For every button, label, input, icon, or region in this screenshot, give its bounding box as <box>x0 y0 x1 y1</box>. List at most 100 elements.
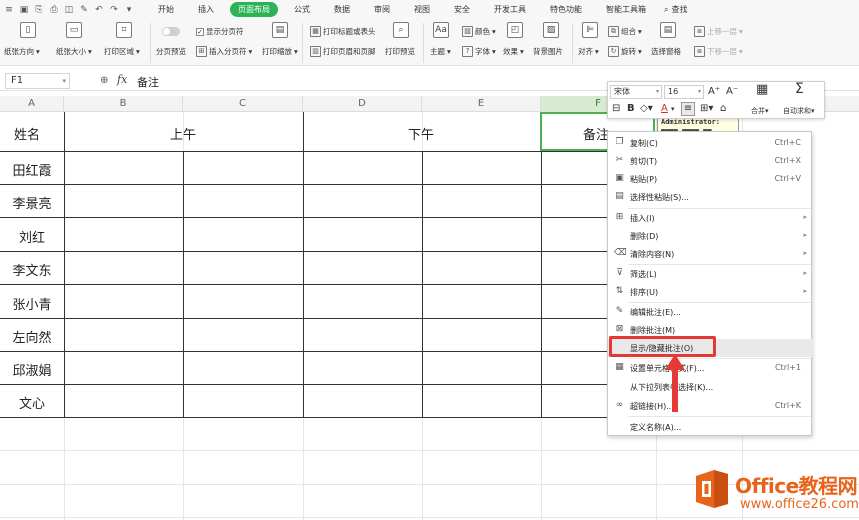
autosum-button[interactable]: 自动求和▾ <box>783 106 815 116</box>
font-size-select[interactable]: 16 ▾ <box>664 85 704 99</box>
background-image-button[interactable]: 背景图片 <box>533 46 563 57</box>
column-header-b[interactable]: B <box>64 96 183 112</box>
menu-item-cut[interactable]: ✂ 剪切(T) Ctrl+X <box>608 152 813 170</box>
theme-button[interactable]: 主题 ▾ <box>430 46 451 57</box>
paper-direction-button[interactable]: 纸张方向 ▾ <box>4 46 40 57</box>
tab-view[interactable]: 视图 <box>406 2 438 17</box>
tab-formulas[interactable]: 公式 <box>286 2 318 17</box>
menu-item-filter[interactable]: ⊽ 筛选(L) ▸ <box>608 265 813 283</box>
font-button[interactable]: ? 字体 ▾ <box>462 46 496 57</box>
checkbox-icon[interactable]: ✓ <box>196 27 204 36</box>
print-preview-button[interactable]: 打印预览 <box>385 46 415 57</box>
menu-item-define-name[interactable]: 定义名称(A)... <box>608 418 813 436</box>
bold-icon[interactable]: B <box>627 103 635 115</box>
tab-page-layout[interactable]: 页面布局 <box>230 2 278 17</box>
tab-security[interactable]: 安全 <box>446 2 478 17</box>
save-icon[interactable]: ▣ <box>19 5 29 15</box>
font-grow-button[interactable]: A⁺ <box>708 86 720 98</box>
menu-item-delete[interactable]: 删除(D) ▸ <box>608 227 813 245</box>
clear-format-icon[interactable]: ⌂ <box>720 103 726 115</box>
align-button[interactable]: 对齐 ▾ <box>578 46 599 57</box>
sum-icon[interactable]: Σ <box>795 82 804 96</box>
insert-page-break-button[interactable]: ⊞ 插入分页符 ▾ <box>196 46 252 57</box>
customize-icon[interactable]: ▾ <box>124 5 134 15</box>
align-center-icon[interactable]: ≡ <box>681 102 695 116</box>
chevron-down-icon[interactable]: ▾ <box>671 103 675 115</box>
name-cell[interactable]: 左向然 <box>0 327 64 346</box>
bring-forward-button[interactable]: ⧈ 上移一层 ▾ <box>694 26 743 37</box>
filter-icon: ⊽ <box>616 268 623 278</box>
format-painter-icon[interactable]: ✎ <box>79 5 89 15</box>
tab-developer[interactable]: 开发工具 <box>486 2 534 17</box>
menu-item-paste[interactable]: ▣ 粘贴(P) Ctrl+V <box>608 170 813 188</box>
print-preview-icon[interactable]: ◫ <box>64 5 74 15</box>
border-icon[interactable]: ⊞▾ <box>700 103 713 115</box>
column-header-c[interactable]: C <box>183 96 303 112</box>
selection-pane-button[interactable]: 选择窗格 <box>651 46 681 57</box>
column-header-d[interactable]: D <box>303 96 422 112</box>
menu-item-copy[interactable]: ❐ 复制(C) Ctrl+C <box>608 134 813 152</box>
tab-home[interactable]: 开始 <box>150 2 182 17</box>
tab-data[interactable]: 数据 <box>326 2 358 17</box>
font-color-icon[interactable]: A <box>661 103 668 115</box>
tab-review[interactable]: 审阅 <box>366 2 398 17</box>
name-cell[interactable]: 田红霞 <box>0 160 64 179</box>
menu-item-paste-special[interactable]: ▤ 选择性粘贴(S)... <box>608 188 813 206</box>
fill-color-icon[interactable]: ◇▾ <box>640 103 653 115</box>
export-icon[interactable]: ⎘ <box>34 5 44 15</box>
menu-chevron-icon[interactable]: ≡ <box>4 5 14 15</box>
zoom-icon[interactable]: ⊕ <box>100 75 108 86</box>
page-break-preview-button[interactable]: 分页预览 <box>156 46 186 57</box>
menu-item-hyperlink[interactable]: ∞ 超链接(H)... Ctrl+K <box>608 397 813 415</box>
tab-special[interactable]: 特色功能 <box>542 2 590 17</box>
menu-item-format-cells[interactable]: ▦设置单元格格式(F)...Ctrl+1 <box>608 359 813 377</box>
redo-icon[interactable]: ↷ <box>109 5 119 15</box>
print-area-button[interactable]: 打印区域 ▾ <box>104 46 140 57</box>
function-label[interactable]: fx <box>117 73 127 86</box>
formula-input[interactable]: 备注 <box>137 74 159 90</box>
name-cell[interactable]: 文心 <box>0 393 64 412</box>
merge-button[interactable]: 合并▾ <box>751 106 769 116</box>
header-name-cell[interactable]: 姓名 <box>14 124 40 143</box>
merge-icon[interactable]: ▦ <box>756 83 768 96</box>
search-button[interactable]: ⌕ 查找 <box>664 4 687 15</box>
menu-item-pick-from-list[interactable]: 从下拉列表中选择(K)... <box>608 378 813 396</box>
menu-item-clear[interactable]: ⌫ 清除内容(N) ▸ <box>608 245 813 263</box>
menu-item-insert[interactable]: ⊞ 插入(I) ▸ <box>608 209 813 227</box>
format-painter-icon[interactable]: ⊟ <box>612 103 620 115</box>
table-border <box>64 112 65 417</box>
tab-insert[interactable]: 插入 <box>190 2 222 17</box>
show-page-break-checkbox[interactable]: ✓ 显示分页符 <box>196 26 244 37</box>
font-icon: ? <box>462 46 473 57</box>
print-icon[interactable]: ⎙ <box>49 5 59 15</box>
name-cell[interactable]: 刘红 <box>0 227 64 246</box>
font-name-select[interactable]: 宋体 ▾ <box>610 85 662 99</box>
name-cell[interactable]: 张小青 <box>0 294 64 313</box>
menu-item-edit-comment[interactable]: ✎ 编辑批注(E)... <box>608 303 813 321</box>
menu-item-sort[interactable]: ⇅ 排序(U) ▸ <box>608 283 813 301</box>
color-button[interactable]: ▧ 颜色 ▾ <box>462 26 496 37</box>
group-button[interactable]: ⧉ 组合 ▾ <box>608 26 642 37</box>
font-shrink-button[interactable]: A⁻ <box>726 86 738 98</box>
name-box[interactable]: F1 ▾ <box>5 73 70 89</box>
send-backward-button[interactable]: ⧈ 下移一层 ▾ <box>694 46 743 57</box>
page-break-toggle[interactable] <box>162 27 180 36</box>
paper-size-button[interactable]: 纸张大小 ▾ <box>56 46 92 57</box>
column-header-a[interactable]: A <box>0 96 64 112</box>
print-titles-button[interactable]: ▦ 打印标题或表头 <box>310 26 376 37</box>
name-cell[interactable]: 邱淑娟 <box>0 360 64 379</box>
print-scale-button[interactable]: 打印缩放 ▾ <box>262 46 298 57</box>
toggle-switch[interactable] <box>162 27 180 36</box>
header-morning-cell[interactable]: 上午 <box>170 124 196 143</box>
rotate-button[interactable]: ↻ 旋转 ▾ <box>608 46 642 57</box>
undo-icon[interactable]: ↶ <box>94 5 104 15</box>
group-icon: ⧉ <box>608 26 619 37</box>
print-header-footer-button[interactable]: ▥ 打印页眉和页脚 <box>310 46 376 57</box>
header-afternoon-cell[interactable]: 下午 <box>408 124 434 143</box>
name-cell[interactable]: 李景亮 <box>0 193 64 212</box>
name-cell[interactable]: 李文东 <box>0 260 64 279</box>
column-header-e[interactable]: E <box>422 96 541 112</box>
effect-button[interactable]: 效果 ▾ <box>503 46 524 57</box>
tab-smart-toolbox[interactable]: 智能工具箱 <box>598 2 654 17</box>
chevron-down-icon[interactable]: ▾ <box>62 74 66 88</box>
